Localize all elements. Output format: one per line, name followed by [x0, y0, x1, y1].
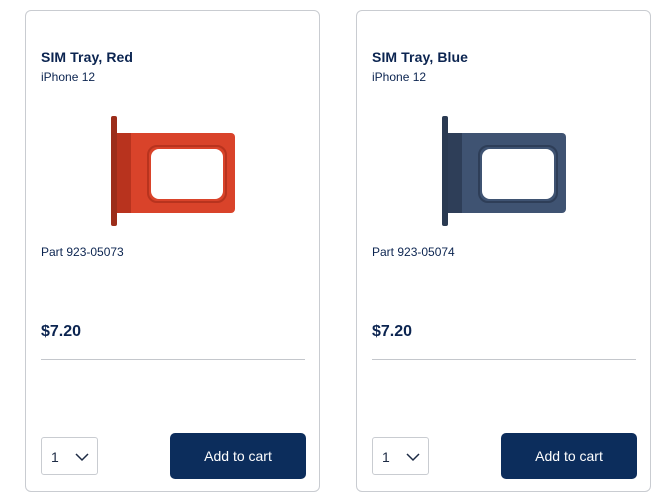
chevron-down-icon	[75, 453, 89, 462]
tray-window	[151, 149, 223, 199]
divider	[41, 359, 305, 360]
quantity-value: 1	[382, 449, 390, 465]
quantity-value: 1	[51, 449, 59, 465]
part-number: Part 923-05074	[372, 245, 455, 259]
product-model: iPhone 12	[41, 70, 96, 84]
tray-edge	[117, 133, 131, 213]
tray-edge	[448, 133, 462, 213]
quantity-select[interactable]: 1	[372, 437, 429, 475]
chevron-down-icon	[406, 453, 420, 462]
part-number: Part 923-05073	[41, 245, 124, 259]
add-to-cart-button[interactable]: Add to cart	[170, 433, 306, 479]
product-card-red: SIM Tray, Red iPhone 12 Part 923-05073 $…	[25, 10, 320, 492]
tray-window	[482, 149, 554, 199]
product-grid: SIM Tray, Red iPhone 12 Part 923-05073 $…	[0, 0, 670, 503]
product-price: $7.20	[41, 323, 82, 340]
product-card-blue: SIM Tray, Blue iPhone 12 Part 923-05074 …	[356, 10, 651, 492]
product-title[interactable]: SIM Tray, Red	[41, 49, 133, 65]
tray-pin-end	[111, 116, 117, 226]
divider	[372, 359, 636, 360]
tray-pin-end	[442, 116, 448, 226]
product-title[interactable]: SIM Tray, Blue	[372, 49, 468, 65]
sim-tray-blue-image[interactable]	[437, 111, 572, 231]
product-price: $7.20	[372, 323, 413, 340]
add-to-cart-button[interactable]: Add to cart	[501, 433, 637, 479]
product-model: iPhone 12	[372, 70, 427, 84]
sim-tray-red-image[interactable]	[106, 111, 241, 231]
quantity-select[interactable]: 1	[41, 437, 98, 475]
